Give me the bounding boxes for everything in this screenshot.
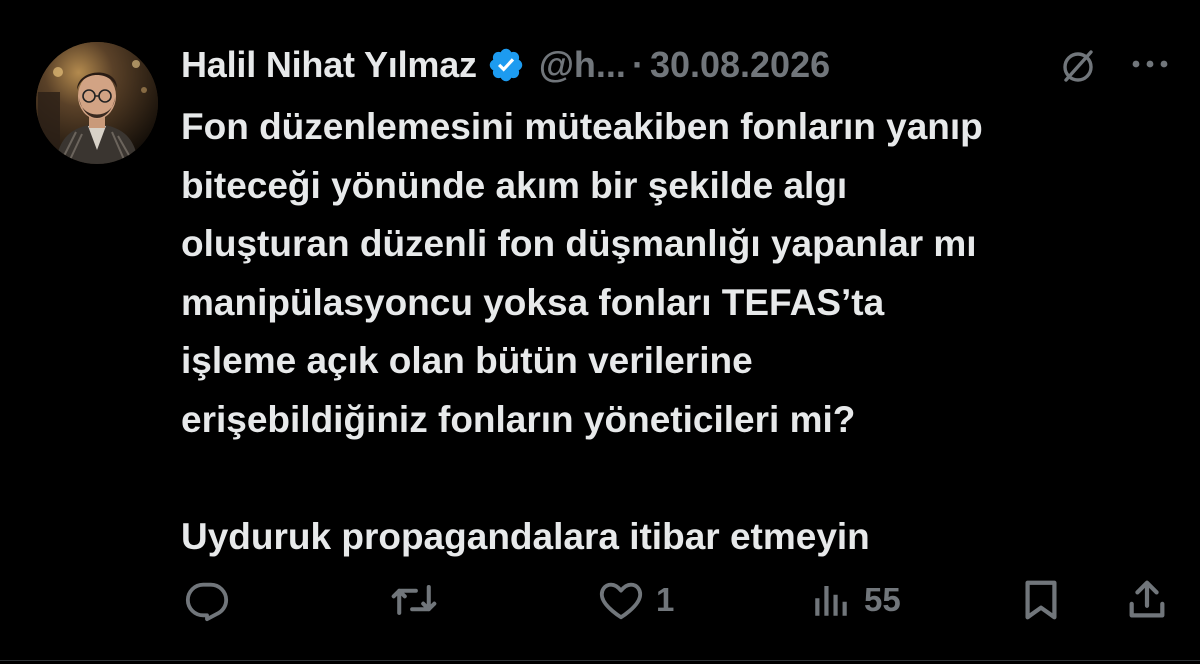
avatar-photo — [36, 42, 158, 164]
retweet-icon — [391, 585, 437, 615]
tweet-text-line: manipülasyoncu yoksa fonları TEFAS’ta — [181, 281, 885, 323]
views-button[interactable]: 55 — [810, 568, 901, 632]
bookmark-button[interactable] — [1018, 568, 1064, 632]
action-bar: 1 55 — [0, 568, 1200, 632]
reply-button[interactable] — [184, 568, 230, 632]
retweet-button[interactable] — [390, 568, 438, 632]
tweet-text-line: Fon düzenlemesini müteakiben fonların ya… — [181, 106, 983, 147]
like-count: 1 — [656, 581, 675, 618]
separator-dot: · — [631, 44, 644, 85]
author-handle[interactable]: @h... — [539, 44, 626, 86]
heart-icon — [599, 582, 643, 620]
tweet-date[interactable]: 30.08.2026 — [650, 44, 830, 86]
tweet-text-line: işleme açık olan bütün verilerine — [181, 340, 753, 381]
tweet-text-line: oluşturan düzenli fon düşmanlığı yapanla… — [181, 223, 977, 264]
share-icon — [1129, 580, 1165, 618]
tweet-divider — [0, 660, 1200, 661]
views-icon — [815, 586, 847, 616]
share-button[interactable] — [1124, 568, 1170, 632]
reply-icon — [185, 582, 229, 622]
tweet-text-final: Uyduruk propagandalara itibar etmeyin — [181, 515, 870, 557]
tweet-card[interactable]: Halil Nihat Yılmaz @h... · 30.08.2026 Fo… — [0, 0, 1200, 664]
tweet-header: Halil Nihat Yılmaz @h... · 30.08.2026 — [181, 40, 830, 90]
verified-badge-icon — [487, 46, 525, 84]
bookmark-icon — [1025, 580, 1057, 620]
tweet-text-line: erişebildiğiniz fonların yöneticileri mi… — [181, 398, 856, 440]
avatar[interactable] — [36, 42, 158, 164]
grok-icon[interactable] — [1058, 46, 1098, 86]
views-count: 55 — [864, 581, 901, 618]
tweet-text: Fon düzenlemesini müteakiben fonların ya… — [181, 98, 1181, 566]
more-icon[interactable] — [1128, 56, 1172, 72]
author-name[interactable]: Halil Nihat Yılmaz — [181, 44, 477, 86]
tweet-text-line: biteceği yönünde akım bir şekilde algı — [181, 164, 848, 206]
like-button[interactable]: 1 — [598, 568, 674, 632]
